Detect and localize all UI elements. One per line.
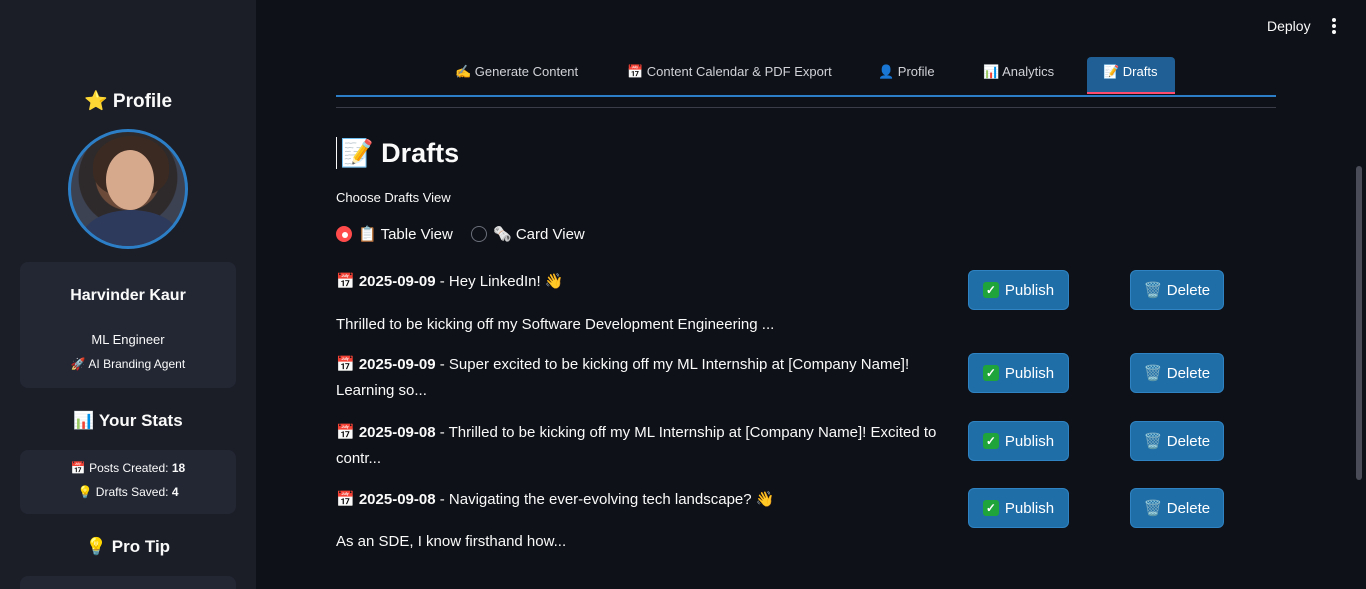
tab-generate-content[interactable]: ✍️ Generate Content [439, 57, 594, 94]
profile-agent: 🚀 AI Branding Agent [70, 357, 186, 371]
drafts-saved-stat: 💡 Drafts Saved: 4 [77, 485, 179, 499]
delete-button[interactable]: 🗑️ Delete [1130, 488, 1224, 528]
avatar [68, 129, 188, 249]
draft-item-4-body: As an SDE, I know firsthand how... [336, 533, 567, 550]
publish-button[interactable]: ✓ Publish [968, 353, 1069, 393]
tab-analytics[interactable]: 📊 Analytics [967, 57, 1070, 94]
delete-button[interactable]: 🗑️ Delete [1130, 353, 1224, 393]
radio-unselected-icon[interactable] [471, 226, 487, 242]
divider [336, 107, 1276, 108]
publish-button[interactable]: ✓ Publish [968, 488, 1069, 528]
draft-item-1-title: 📅 2025-09-09 - Hey LinkedIn! 👋 [336, 273, 564, 290]
draft-item-3-title: 📅 2025-09-08 - Thrilled to be kicking of… [336, 424, 937, 467]
check-icon: ✓ [982, 282, 999, 298]
delete-button[interactable]: 🗑️ Delete [1130, 270, 1224, 310]
draft-item-2-title: 📅 2025-09-09 - Super excited to be kicki… [336, 356, 910, 399]
page-title: 📝 Drafts [336, 137, 459, 169]
stats-card: 📅 Posts Created: 18 💡 Drafts Saved: 4 [20, 450, 236, 514]
radio-table-view[interactable]: 📋 Table View [336, 225, 453, 243]
profile-name: Harvinder Kaur [70, 287, 186, 304]
stats-heading: 📊 Your Stats [73, 411, 183, 430]
tab-drafts[interactable]: 📝 Drafts [1087, 57, 1175, 94]
profile-role: ML Engineer [91, 332, 165, 347]
tab-bar: ✍️ Generate Content 📅 Content Calendar &… [336, 57, 1276, 97]
radio-card-view[interactable]: 🗞️ Card View [471, 225, 585, 243]
tab-content-calendar[interactable]: 📅 Content Calendar & PDF Export [611, 57, 848, 94]
tab-profile[interactable]: 👤 Profile [862, 57, 951, 94]
publish-button[interactable]: ✓ Publish [968, 421, 1069, 461]
sidebar-profile-heading: ⭐ Profile [83, 91, 173, 112]
radio-card-view-label: 🗞️ Card View [493, 226, 585, 243]
tab-underline [336, 95, 1276, 97]
draft-item-4-title: 📅 2025-09-08 - Navigating the ever-evolv… [336, 491, 775, 508]
radio-table-view-label: 📋 Table View [358, 226, 453, 243]
delete-button[interactable]: 🗑️ Delete [1130, 421, 1224, 461]
pro-tip-card [20, 576, 236, 589]
sidebar: ⭐ Profile Harvinder Kaur ML Engineer 🚀 A… [0, 0, 256, 589]
publish-button[interactable]: ✓ Publish [968, 270, 1069, 310]
check-icon: ✓ [982, 433, 999, 449]
deploy-button[interactable]: Deploy [1267, 18, 1311, 34]
scrollbar[interactable] [1356, 166, 1362, 480]
profile-card: Harvinder Kaur ML Engineer 🚀 AI Branding… [20, 262, 236, 388]
check-icon: ✓ [982, 365, 999, 381]
view-choice-label: Choose Drafts View [336, 190, 451, 205]
main-menu-icon[interactable] [1329, 18, 1339, 36]
radio-selected-icon[interactable] [336, 226, 352, 242]
draft-item-1-body: Thrilled to be kicking off my Software D… [336, 316, 775, 333]
posts-created-stat: 📅 Posts Created: 18 [70, 461, 186, 475]
pro-tip-heading: 💡 Pro Tip [85, 537, 171, 556]
check-icon: ✓ [982, 500, 999, 516]
